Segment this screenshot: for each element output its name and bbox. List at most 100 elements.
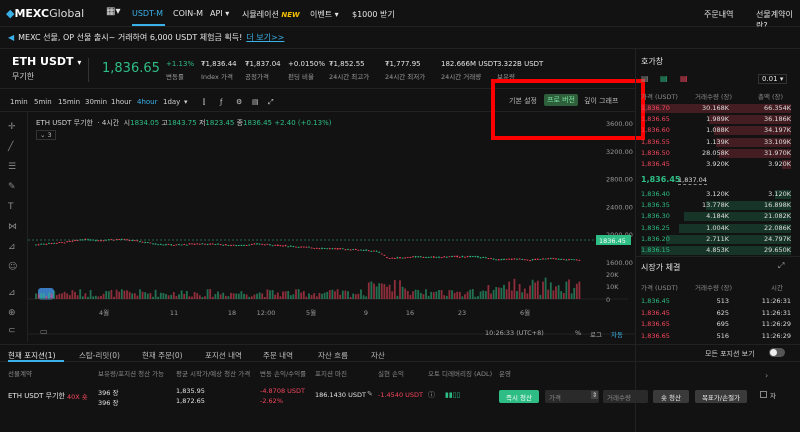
tab-assets[interactable]: 자산 bbox=[371, 350, 385, 361]
precision-select[interactable]: 0.01 ▾ bbox=[758, 74, 788, 84]
trendline-icon[interactable]: ╱ bbox=[8, 142, 13, 152]
chevron-right-icon[interactable]: › bbox=[765, 371, 768, 380]
bid-row[interactable]: 1,836.20 2.711K 24.797K bbox=[641, 234, 791, 244]
stat-volume: 182.666M USDT 24시간 거래량 bbox=[441, 60, 497, 81]
bid-row[interactable]: 1,836.15 4.853K 29.650K bbox=[641, 246, 791, 255]
ask-row[interactable]: 1,836.50 28.058K 31.970K bbox=[641, 148, 791, 158]
tf-4hour[interactable]: 4hour bbox=[137, 98, 158, 106]
volume-bar bbox=[42, 293, 45, 299]
nav-reward[interactable]: $1000 받기 bbox=[352, 9, 395, 20]
trade-row[interactable]: 1,836.65 516 11:26:29 bbox=[641, 332, 791, 341]
nav-api[interactable]: API ▾ bbox=[210, 9, 229, 18]
ask-row[interactable]: 1,836.70 30.168K 66.354K bbox=[641, 104, 791, 113]
volume-bar bbox=[162, 293, 165, 299]
tp-sl-button[interactable]: 목표가/손절가 bbox=[695, 390, 747, 403]
volume-bar bbox=[526, 293, 529, 299]
bid-row[interactable]: 1,836.25 1.004K 22.086K bbox=[641, 223, 791, 233]
ask-row[interactable]: 1,836.65 1.989K 36.186K bbox=[641, 115, 791, 125]
apps-grid-icon[interactable]: ▦▾ bbox=[106, 6, 120, 17]
drawing-toolbar: ✛ ╱ ☰ ✎ T ⋈ ⊿ ☺ ⊿ ⊕ ⊂ bbox=[0, 112, 28, 342]
magnet-icon[interactable]: ⊂ bbox=[8, 326, 16, 336]
tf-1day[interactable]: 1day bbox=[163, 98, 180, 106]
nav-usdt-m[interactable]: USDT-M bbox=[132, 9, 163, 18]
tf-1min[interactable]: 1min bbox=[10, 98, 28, 106]
announcement-link[interactable]: 더 보기>> bbox=[246, 32, 284, 43]
ask-row[interactable]: 1,836.60 1.088K 34.197K bbox=[641, 126, 791, 136]
text-icon[interactable]: T bbox=[8, 202, 14, 212]
candle-type-icon[interactable]: ⫿ bbox=[203, 98, 205, 107]
tab-position-history[interactable]: 포지션 내역 bbox=[205, 350, 242, 361]
candle-body bbox=[578, 259, 581, 261]
tab-order-history[interactable]: 주문 내역 bbox=[263, 350, 293, 361]
screenshot-icon[interactable]: ▤ bbox=[252, 98, 259, 106]
calendar-icon[interactable]: ▭ bbox=[40, 327, 48, 336]
nav-event-label: 이벤트 bbox=[310, 10, 333, 19]
volume-bar bbox=[128, 291, 131, 299]
candle-body bbox=[542, 258, 544, 260]
market-close-button[interactable]: 즉시 청산 bbox=[499, 390, 539, 403]
tf-5min[interactable]: 5min bbox=[34, 98, 52, 106]
book-view-bids-icon[interactable]: ▤ bbox=[660, 74, 668, 83]
tf-1hour[interactable]: 1hour bbox=[111, 98, 132, 106]
expand-icon[interactable]: ⤢ bbox=[778, 261, 784, 271]
emoji-icon[interactable]: ☺ bbox=[8, 262, 17, 272]
volume-bar bbox=[110, 289, 113, 299]
measure-icon[interactable]: ⊿ bbox=[8, 288, 16, 298]
volume-bar bbox=[544, 277, 547, 299]
fair-value: ₮1,837.04 bbox=[245, 60, 281, 68]
trade-row[interactable]: 1,836.45 625 11:26:31 bbox=[641, 309, 791, 318]
symbol-selector[interactable]: ETH USDT ▾ bbox=[12, 55, 81, 68]
tab-stop-limit[interactable]: 스탑-리밋(0) bbox=[79, 350, 120, 361]
pattern-icon[interactable]: ⋈ bbox=[8, 222, 17, 232]
book-view-both-icon[interactable]: ▤ bbox=[641, 74, 649, 83]
volume-bar bbox=[518, 284, 521, 299]
brush-icon[interactable]: ✎ bbox=[8, 182, 16, 192]
trade-row[interactable]: 1,836.65 695 11:26:29 bbox=[641, 320, 791, 329]
settings-icon[interactable]: ⚙ bbox=[236, 98, 242, 106]
candle-body bbox=[453, 256, 456, 257]
candle-body bbox=[188, 243, 191, 245]
nav-orders[interactable]: 주문내역 bbox=[704, 9, 733, 20]
hline-icon[interactable]: ☰ bbox=[8, 162, 16, 172]
edit-margin-icon[interactable]: ✎ bbox=[367, 390, 373, 398]
tf-30min[interactable]: 30min bbox=[85, 98, 107, 106]
ask-row[interactable]: 1,836.55 1.139K 33.109K bbox=[641, 137, 791, 147]
indicator-icon[interactable]: ƒ bbox=[220, 98, 222, 106]
ruler-icon[interactable]: ⊿ bbox=[8, 242, 16, 252]
nav-coin-m[interactable]: COIN-M bbox=[173, 9, 203, 18]
close-short-button[interactable]: 숏 청산 bbox=[653, 390, 689, 403]
nav-simulation[interactable]: 시뮬레이션 NEW bbox=[242, 9, 300, 20]
trade-row[interactable]: 1,836.45 513 11:26:31 bbox=[641, 297, 791, 306]
tab-asset-flow[interactable]: 자산 흐름 bbox=[318, 350, 348, 361]
pct-toggle[interactable]: % bbox=[575, 329, 581, 337]
nav-sim-label: 시뮬레이션 bbox=[242, 10, 279, 19]
price-chart[interactable]: 3600.003200.002800.002400.002000.001600.… bbox=[28, 112, 635, 344]
candle-body bbox=[500, 259, 503, 261]
tf-15min[interactable]: 15min bbox=[58, 98, 80, 106]
divider bbox=[88, 58, 89, 82]
fullscreen-icon[interactable]: ⤢ bbox=[268, 98, 274, 107]
volume-bar bbox=[474, 296, 477, 299]
nav-event[interactable]: 이벤트 ▾ bbox=[310, 9, 339, 20]
crosshair-icon[interactable]: ✛ bbox=[8, 122, 16, 132]
mexc-logo[interactable]: ◆MEXCGlobal bbox=[6, 7, 84, 20]
candle-body bbox=[172, 244, 175, 246]
chevron-down-icon[interactable]: ▾ bbox=[184, 98, 188, 106]
bid-row[interactable]: 1,836.35 13.778K 16.898K bbox=[641, 201, 791, 211]
auto-toggle[interactable]: 자동 bbox=[611, 329, 623, 339]
select-checkbox[interactable] bbox=[760, 391, 767, 398]
book-view-asks-icon[interactable]: ▤ bbox=[680, 74, 688, 83]
candle-body bbox=[427, 257, 430, 258]
bid-row[interactable]: 1,836.40 3.120K 3.120K bbox=[641, 190, 791, 199]
tab-open-orders[interactable]: 현재 주문(0) bbox=[142, 350, 183, 361]
y-tick-label: 1600.00 bbox=[606, 259, 633, 267]
price-stepper-icon[interactable]: ⇕ bbox=[591, 391, 599, 399]
close-size-input[interactable]: 거래수량 bbox=[603, 390, 648, 403]
zoom-icon[interactable]: ⊕ bbox=[8, 308, 16, 318]
cell-price: 1,836.55 bbox=[641, 137, 670, 146]
candle-body bbox=[549, 258, 552, 259]
log-toggle[interactable]: 로그 bbox=[590, 329, 602, 339]
ask-row[interactable]: 1,836.45 3.920K 3.920K bbox=[641, 160, 791, 169]
show-all-toggle[interactable] bbox=[769, 348, 785, 357]
bid-row[interactable]: 1,836.30 4.184K 21.082K bbox=[641, 212, 791, 222]
